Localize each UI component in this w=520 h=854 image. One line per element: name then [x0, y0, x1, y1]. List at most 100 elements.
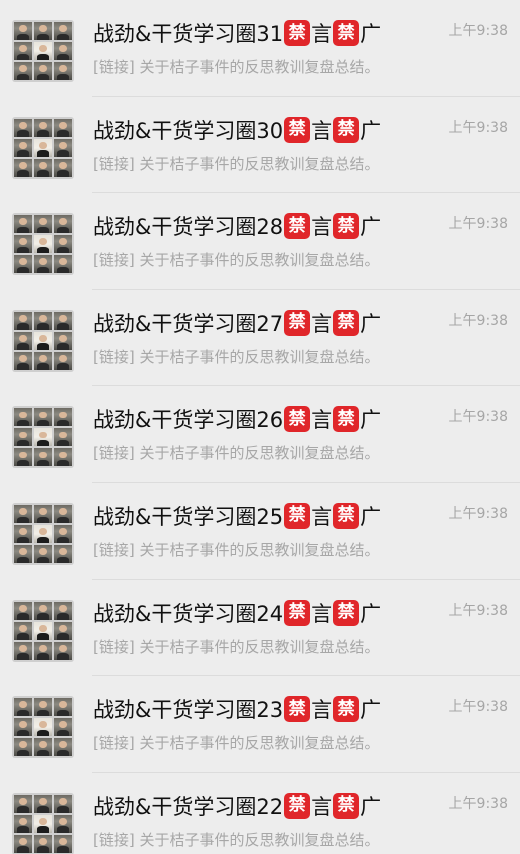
chat-title: 战劲&干货学习圈28 禁 言 禁 广 [93, 211, 381, 241]
group-avatar-icon [12, 406, 74, 469]
chat-content: 战劲&干货学习圈23 禁 言 禁 广 [链接] 关于桔子事件的反思教训复盘总结。 [93, 692, 508, 753]
chat-list-item[interactable]: 战劲&干货学习圈28 禁 言 禁 广 [链接] 关于桔子事件的反思教训复盘总结。… [0, 193, 520, 290]
chat-content: 战劲&干货学习圈27 禁 言 禁 广 [链接] 关于桔子事件的反思教训复盘总结。 [93, 306, 508, 367]
chat-preview: [链接] 关于桔子事件的反思教训复盘总结。 [93, 347, 380, 366]
chat-list-item[interactable]: 战劲&干货学习圈23 禁 言 禁 广 [链接] 关于桔子事件的反思教训复盘总结。… [0, 676, 520, 773]
chat-title-suffix: 广 [360, 215, 382, 240]
chat-content: 战劲&干货学习圈30 禁 言 禁 广 [链接] 关于桔子事件的反思教训复盘总结。 [93, 113, 508, 174]
chat-title-text: 战劲&干货学习圈28 [93, 215, 284, 240]
chat-title-suffix: 广 [360, 22, 382, 46]
chat-content: 战劲&干货学习圈31 禁 言 禁 广 [链接] 关于桔子事件的反思教训复盘总结。 [93, 16, 508, 77]
chat-title: 战劲&干货学习圈26 禁 言 禁 广 [93, 404, 381, 434]
chat-content: 战劲&干货学习圈28 禁 言 禁 广 [链接] 关于桔子事件的反思教训复盘总结。 [93, 209, 508, 270]
chat-content: 战劲&干货学习圈24 禁 言 禁 广 [链接] 关于桔子事件的反思教训复盘总结。 [93, 596, 508, 657]
chat-preview: [链接] 关于桔子事件的反思教训复盘总结。 [93, 540, 380, 559]
forbidden-emoji-icon: 禁 [333, 213, 360, 240]
chat-time: 上午9:38 [448, 699, 508, 716]
chat-time: 上午9:38 [448, 409, 508, 426]
forbidden-emoji-icon: 禁 [284, 792, 311, 819]
forbidden-emoji-icon: 禁 [284, 599, 311, 626]
forbidden-emoji-icon: 禁 [284, 502, 311, 529]
group-avatar-icon [12, 213, 74, 276]
chat-title-text: 战劲&干货学习圈31 [93, 22, 284, 46]
chat-title-suffix: 广 [360, 408, 382, 433]
chat-title-text: 战劲&干货学习圈26 [93, 408, 284, 433]
chat-time: 上午9:38 [448, 795, 508, 812]
chat-time: 上午9:38 [448, 23, 508, 39]
chat-title-text: 战劲&干货学习圈27 [93, 311, 284, 336]
chat-title-mid: 言 [311, 118, 333, 143]
forbidden-emoji-icon: 禁 [333, 406, 360, 433]
forbidden-emoji-icon: 禁 [284, 309, 311, 336]
chat-title-mid: 言 [311, 311, 333, 336]
chat-list-item[interactable]: 战劲&干货学习圈25 禁 言 禁 广 [链接] 关于桔子事件的反思教训复盘总结。… [0, 483, 520, 580]
chat-title-mid: 言 [311, 601, 333, 626]
forbidden-emoji-icon: 禁 [333, 116, 360, 143]
chat-title-suffix: 广 [360, 311, 382, 336]
chat-title-suffix: 广 [360, 794, 382, 819]
group-avatar-icon [12, 599, 74, 662]
chat-list: 战劲&干货学习圈31 禁 言 禁 广 [链接] 关于桔子事件的反思教训复盘总结。… [0, 0, 520, 854]
chat-title-mid: 言 [311, 698, 333, 723]
chat-preview: [链接] 关于桔子事件的反思教训复盘总结。 [93, 734, 380, 753]
chat-title-suffix: 广 [360, 698, 382, 723]
forbidden-emoji-icon: 禁 [284, 213, 311, 240]
chat-title-text: 战劲&干货学习圈25 [93, 504, 284, 529]
chat-preview: [链接] 关于桔子事件的反思教训复盘总结。 [93, 251, 380, 270]
forbidden-emoji-icon: 禁 [284, 696, 311, 723]
chat-title-mid: 言 [311, 215, 333, 240]
forbidden-emoji-icon: 禁 [284, 406, 311, 433]
chat-title: 战劲&干货学习圈30 禁 言 禁 广 [93, 115, 381, 145]
chat-title-text: 战劲&干货学习圈23 [93, 698, 284, 723]
chat-title-mid: 言 [311, 504, 333, 529]
group-avatar-icon [12, 20, 74, 82]
chat-preview: [链接] 关于桔子事件的反思教训复盘总结。 [93, 830, 380, 849]
chat-list-item[interactable]: 战劲&干货学习圈22 禁 言 禁 广 [链接] 关于桔子事件的反思教训复盘总结。… [0, 773, 520, 854]
group-avatar-icon [12, 116, 74, 179]
forbidden-emoji-icon: 禁 [333, 599, 360, 626]
group-avatar-icon [12, 309, 74, 372]
chat-content: 战劲&干货学习圈22 禁 言 禁 广 [链接] 关于桔子事件的反思教训复盘总结。 [93, 789, 508, 850]
group-avatar-icon [12, 792, 74, 854]
chat-title-mid: 言 [311, 22, 333, 46]
chat-title-text: 战劲&干货学习圈24 [93, 601, 284, 626]
chat-time: 上午9:38 [448, 505, 508, 522]
group-avatar-icon [12, 502, 74, 565]
chat-preview: [链接] 关于桔子事件的反思教训复盘总结。 [93, 444, 380, 463]
forbidden-emoji-icon: 禁 [333, 696, 360, 723]
chat-list-item[interactable]: 战劲&干货学习圈27 禁 言 禁 广 [链接] 关于桔子事件的反思教训复盘总结。… [0, 290, 520, 387]
forbidden-emoji-icon: 禁 [333, 20, 360, 46]
chat-title-text: 战劲&干货学习圈30 [93, 118, 284, 143]
chat-title: 战劲&干货学习圈27 禁 言 禁 广 [93, 308, 381, 338]
forbidden-emoji-icon: 禁 [333, 309, 360, 336]
chat-time: 上午9:38 [448, 119, 508, 136]
chat-list-item[interactable]: 战劲&干货学习圈31 禁 言 禁 广 [链接] 关于桔子事件的反思教训复盘总结。… [0, 0, 520, 97]
chat-title: 战劲&干货学习圈31 禁 言 禁 广 [93, 18, 381, 48]
chat-list-item[interactable]: 战劲&干货学习圈30 禁 言 禁 广 [链接] 关于桔子事件的反思教训复盘总结。… [0, 97, 520, 194]
chat-title: 战劲&干货学习圈24 禁 言 禁 广 [93, 598, 381, 628]
chat-title-suffix: 广 [360, 601, 382, 626]
chat-title: 战劲&干货学习圈25 禁 言 禁 广 [93, 501, 381, 531]
chat-title-mid: 言 [311, 408, 333, 433]
chat-content: 战劲&干货学习圈25 禁 言 禁 广 [链接] 关于桔子事件的反思教训复盘总结。 [93, 499, 508, 560]
chat-title-suffix: 广 [360, 504, 382, 529]
chat-preview: [链接] 关于桔子事件的反思教训复盘总结。 [93, 637, 380, 656]
chat-title: 战劲&干货学习圈23 禁 言 禁 广 [93, 694, 381, 724]
chat-title-text: 战劲&干货学习圈22 [93, 794, 284, 819]
forbidden-emoji-icon: 禁 [333, 792, 360, 819]
chat-title-mid: 言 [311, 794, 333, 819]
group-avatar-icon [12, 696, 74, 759]
forbidden-emoji-icon: 禁 [333, 502, 360, 529]
chat-preview: [链接] 关于桔子事件的反思教训复盘总结。 [93, 154, 380, 173]
chat-list-item[interactable]: 战劲&干货学习圈24 禁 言 禁 广 [链接] 关于桔子事件的反思教训复盘总结。… [0, 580, 520, 677]
chat-time: 上午9:38 [448, 602, 508, 619]
forbidden-emoji-icon: 禁 [284, 116, 311, 143]
chat-content: 战劲&干货学习圈26 禁 言 禁 广 [链接] 关于桔子事件的反思教训复盘总结。 [93, 402, 508, 463]
chat-preview: [链接] 关于桔子事件的反思教训复盘总结。 [93, 58, 380, 76]
chat-title: 战劲&干货学习圈22 禁 言 禁 广 [93, 791, 381, 821]
chat-time: 上午9:38 [448, 312, 508, 329]
chat-title-suffix: 广 [360, 118, 382, 143]
chat-time: 上午9:38 [448, 216, 508, 233]
forbidden-emoji-icon: 禁 [284, 20, 311, 46]
chat-list-item[interactable]: 战劲&干货学习圈26 禁 言 禁 广 [链接] 关于桔子事件的反思教训复盘总结。… [0, 386, 520, 483]
